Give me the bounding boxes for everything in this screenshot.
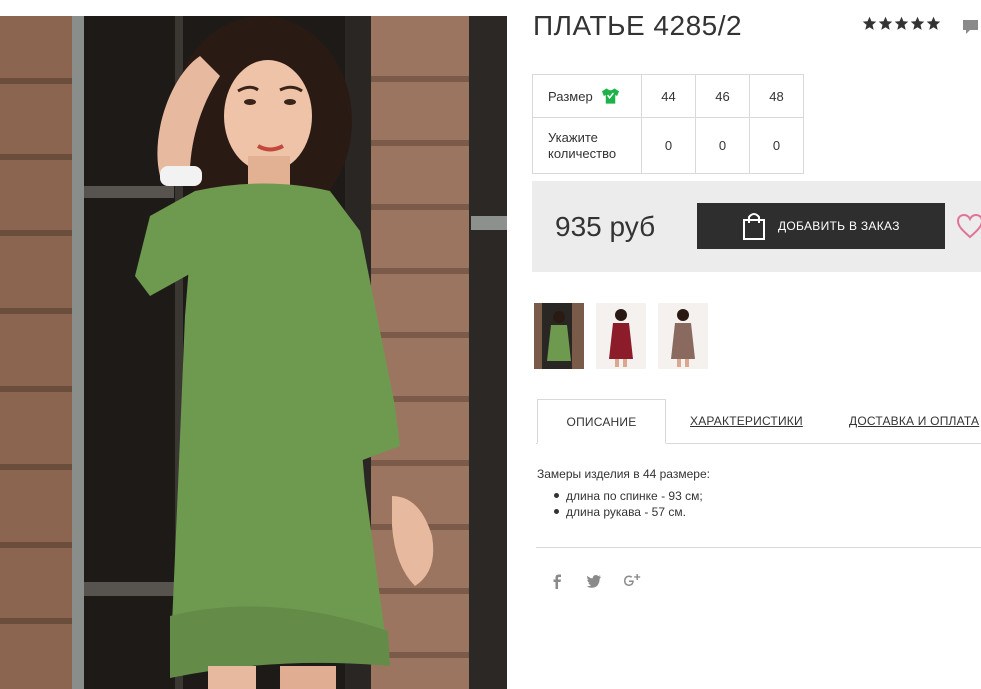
tab-delivery-payment[interactable]: ДОСТАВКА И ОПЛАТА [849, 414, 979, 428]
dress-swatch [609, 323, 633, 359]
dress-swatch [671, 323, 695, 359]
size-value: 48 [749, 74, 804, 118]
add-to-order-label: ДОБАВИТЬ В ЗАКАЗ [778, 219, 900, 233]
size-label: Размер [548, 88, 593, 104]
color-thumbnail-mocha[interactable] [658, 303, 708, 369]
facebook-icon[interactable] [548, 572, 566, 590]
google-plus-icon[interactable] [622, 572, 642, 590]
size-table: Размер 44 46 48 Укажите количество 0 0 0 [532, 74, 804, 174]
star-icon [862, 16, 877, 30]
tab-label: ОПИСАНИЕ [566, 414, 637, 429]
tab-characteristics[interactable]: ХАРАКТЕРИСТИКИ [690, 414, 803, 428]
comment-icon[interactable] [962, 19, 979, 36]
price-bar: 935 руб ДОБАВИТЬ В ЗАКАЗ [532, 181, 981, 272]
quantity-input[interactable]: 0 [641, 117, 696, 174]
star-icon [894, 16, 909, 30]
color-thumbnail-green[interactable] [534, 303, 584, 369]
size-value: 46 [695, 74, 750, 118]
size-value: 44 [641, 74, 696, 118]
add-to-order-button[interactable]: ДОБАВИТЬ В ЗАКАЗ [697, 203, 945, 249]
tab-description[interactable]: ОПИСАНИЕ [537, 399, 666, 444]
star-icon [878, 16, 893, 30]
product-title: ПЛАТЬЕ 4285/2 [533, 10, 743, 41]
list-item: длина по спинке - 93 см; [554, 488, 703, 504]
product-photo[interactable] [0, 16, 507, 689]
shopping-bag-icon [743, 213, 765, 240]
size-chart-icon[interactable] [601, 87, 620, 105]
divider [536, 547, 981, 548]
description-list: длина по спинке - 93 см; длина рукава - … [554, 488, 703, 520]
rating-stars [862, 16, 942, 31]
list-item: длина рукава - 57 см. [554, 504, 703, 520]
twitter-icon[interactable] [585, 572, 603, 590]
heart-icon[interactable] [956, 213, 981, 239]
color-thumbnail-burgundy[interactable] [596, 303, 646, 369]
quantity-input[interactable]: 0 [749, 117, 804, 174]
description-intro: Замеры изделия в 44 размере: [537, 467, 710, 481]
star-icon [926, 16, 941, 30]
price: 935 руб [555, 211, 656, 242]
star-icon [910, 16, 925, 30]
dress-swatch [547, 325, 571, 361]
quantity-input[interactable]: 0 [695, 117, 750, 174]
quantity-label: Укажите количество [548, 129, 617, 161]
